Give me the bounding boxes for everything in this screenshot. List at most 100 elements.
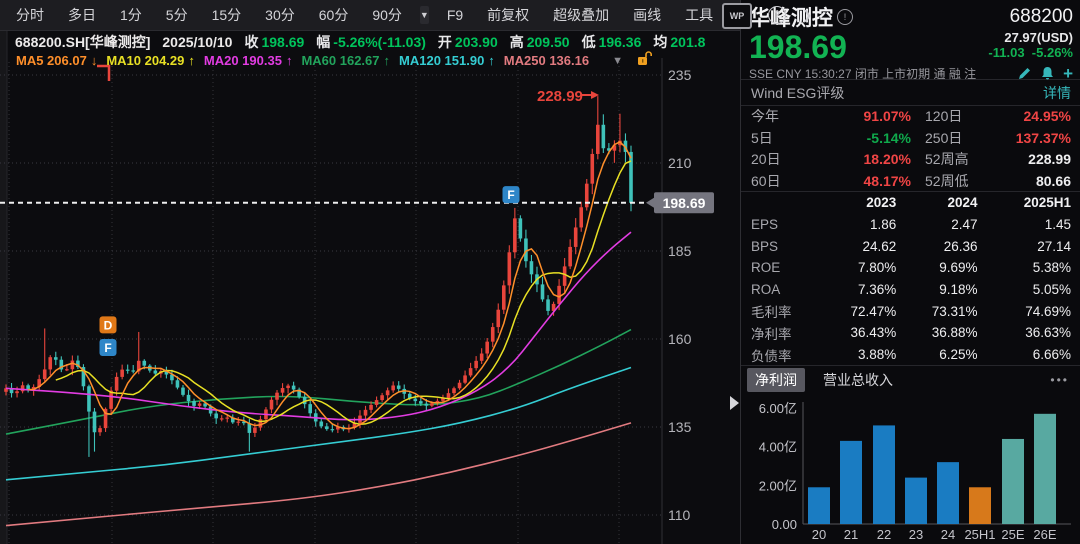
chevron-right-icon[interactable]: ❯ [802, 8, 812, 22]
bar-ytick-4.00亿: 4.00亿 [759, 440, 797, 455]
toolbar: 分时多日1分5分15分30分60分90分▼F9前复权超级叠加画线工具?❯ [0, 0, 740, 31]
field-均: 均201.8 [653, 32, 705, 52]
event-badge-F[interactable]: F [503, 186, 520, 203]
field-幅: 幅-5.26%(-11.03) [316, 32, 426, 52]
bar-22[interactable] [873, 425, 895, 524]
toolbar-item-画线[interactable]: 画线 [621, 5, 673, 25]
ma-legend-MA120: MA120 151.90 ↑ [399, 53, 495, 68]
ma-label-value: MA5 206.07 [16, 53, 87, 68]
toolbar-item-30分[interactable]: 30分 [253, 5, 307, 25]
fin-value: 72.47% [815, 304, 896, 319]
svg-text:F: F [507, 188, 514, 202]
bar-label-24: 24 [941, 527, 955, 542]
fin-row-负债率: 负债率3.88%6.25%6.66% [751, 344, 1071, 366]
stat-label: 52周高 [925, 149, 969, 169]
stat-label: 120日 [925, 106, 962, 126]
ma-label-value: MA60 162.67 [301, 53, 379, 68]
toolbar-item-前复权[interactable]: 前复权 [475, 5, 541, 25]
field-低: 低196.36 [582, 32, 642, 52]
bar-23[interactable] [905, 478, 927, 524]
candlestick-chart[interactable]: 198.69235210185160135110228.99DFF [0, 0, 740, 544]
fin-value: 74.69% [978, 304, 1071, 319]
info-icon[interactable]: ! [837, 9, 853, 25]
stat-52周低: 52周低80.66 [911, 170, 1071, 192]
toolbar-item-5分[interactable]: 5分 [154, 5, 200, 25]
esg-detail-link[interactable]: 详情 [1043, 83, 1071, 103]
fin-row-label: 净利率 [751, 323, 815, 343]
toolbar-item-1分[interactable]: 1分 [108, 5, 154, 25]
collapse-panel-icon[interactable]: ▼ [612, 55, 623, 67]
field-开: 开203.90 [438, 32, 498, 52]
fin-row-净利率: 净利率36.43%36.88%36.63% [751, 322, 1071, 344]
fin-col-2025H1: 2025H1 [978, 195, 1071, 210]
ma-legend-MA20: MA20 190.35↑ [204, 53, 293, 68]
app-window: 198.69235210185160135110228.99DFF 分时多日1分… [0, 0, 1080, 544]
ma-label-value: MA120 151.90 [399, 53, 484, 68]
field-高: 高209.50 [510, 32, 570, 52]
wp-overlay-icon[interactable]: WP [722, 3, 752, 29]
fin-value: 9.18% [896, 282, 977, 297]
bar-26E[interactable] [1034, 414, 1056, 524]
bar-25H1[interactable] [969, 487, 991, 524]
bar-label-23: 23 [909, 527, 923, 542]
toolbar-item-工具[interactable]: 工具 [673, 5, 725, 25]
field-label: 收 [244, 34, 258, 50]
left-edge-strip [0, 30, 7, 544]
stat-label: 52周低 [925, 171, 969, 191]
event-badge-F[interactable]: F [100, 339, 117, 356]
add-watchlist-icon[interactable]: + [1063, 68, 1073, 80]
stat-120日: 120日 24.95% [911, 106, 1071, 128]
bar-21[interactable] [840, 441, 862, 524]
quote-panel: 华峰测控 ! 688200 198.69 27.97(USD) -11.03 -… [740, 0, 1080, 544]
y-tick-110: 110 [668, 507, 691, 523]
bar-label-26E: 26E [1033, 527, 1056, 542]
fin-value: 2.47 [896, 217, 977, 232]
stat-value: -5.14% [867, 130, 911, 146]
field-value: 196.36 [599, 34, 642, 50]
toolbar-item-90分[interactable]: 90分 [360, 5, 414, 25]
ma-trend-arrow: ↑ [488, 53, 495, 68]
net-profit-bar-chart[interactable]: 6.00亿4.00亿2.00亿0.00202122232425H125E26E [741, 394, 1080, 544]
period-dropdown[interactable]: ▼ [420, 6, 429, 24]
ma-legend-MA60: MA60 162.67↑ [301, 53, 390, 68]
toolbar-item-多日[interactable]: 多日 [56, 5, 108, 25]
usd-price: 27.97(USD) [1004, 30, 1073, 45]
date-label: 2025/10/10 [162, 34, 232, 50]
bar-20[interactable] [808, 487, 830, 524]
fin-value: 9.69% [896, 260, 977, 275]
ma-legend-MA10: MA10 204.29↑ [106, 53, 195, 68]
unlock-icon[interactable] [637, 51, 652, 70]
stat-value: 48.17% [864, 173, 911, 189]
alert-bell-icon[interactable] [1040, 66, 1055, 81]
ma-legend-MA250: MA250 136.16 [504, 53, 589, 68]
ma-trend-arrow: ↓ [91, 53, 98, 68]
fin-row-label: ROA [751, 282, 815, 297]
field-label: 幅 [316, 34, 330, 50]
toolbar-item-分时[interactable]: 分时 [4, 5, 56, 25]
bar-25E[interactable] [1002, 439, 1024, 524]
bar-label-21: 21 [844, 527, 858, 542]
toolbar-item-超级叠加[interactable]: 超级叠加 [541, 5, 621, 25]
tab-menu-icon[interactable]: ••• [1050, 373, 1075, 387]
fin-value: 5.38% [978, 260, 1071, 275]
bar-label-20: 20 [812, 527, 826, 542]
fin-col-2023: 2023 [815, 195, 896, 210]
field-value: 201.8 [670, 34, 705, 50]
fin-value: 36.88% [896, 325, 977, 340]
toolbar-item-60分[interactable]: 60分 [307, 5, 361, 25]
toolbar-item-f9[interactable]: F9 [435, 7, 475, 23]
quote-info-row: 688200.SH[华峰测控] 2025/10/10 收198.69幅-5.26… [0, 31, 740, 52]
tab-净利润[interactable]: 净利润 [747, 368, 805, 392]
ohlc-fields: 收198.69幅-5.26%(-11.03)开203.90高209.50低196… [244, 32, 705, 52]
stat-value: 24.95% [1024, 108, 1071, 124]
bar-24[interactable] [937, 462, 959, 524]
help-icon[interactable]: ? [768, 6, 786, 24]
tab-营业总收入[interactable]: 营业总收入 [815, 368, 901, 392]
event-badge-D[interactable]: D [100, 316, 117, 333]
toolbar-item-15分[interactable]: 15分 [200, 5, 254, 25]
fin-value: 3.88% [815, 347, 896, 362]
performance-stats: 今年91.07%120日24.95%5日-5.14%250日137.37%20日… [741, 106, 1080, 192]
edit-pencil-icon[interactable] [1017, 66, 1032, 81]
svg-text:D: D [104, 318, 113, 332]
chart-area: 198.69235210185160135110228.99DFF 分时多日1分… [0, 0, 740, 544]
